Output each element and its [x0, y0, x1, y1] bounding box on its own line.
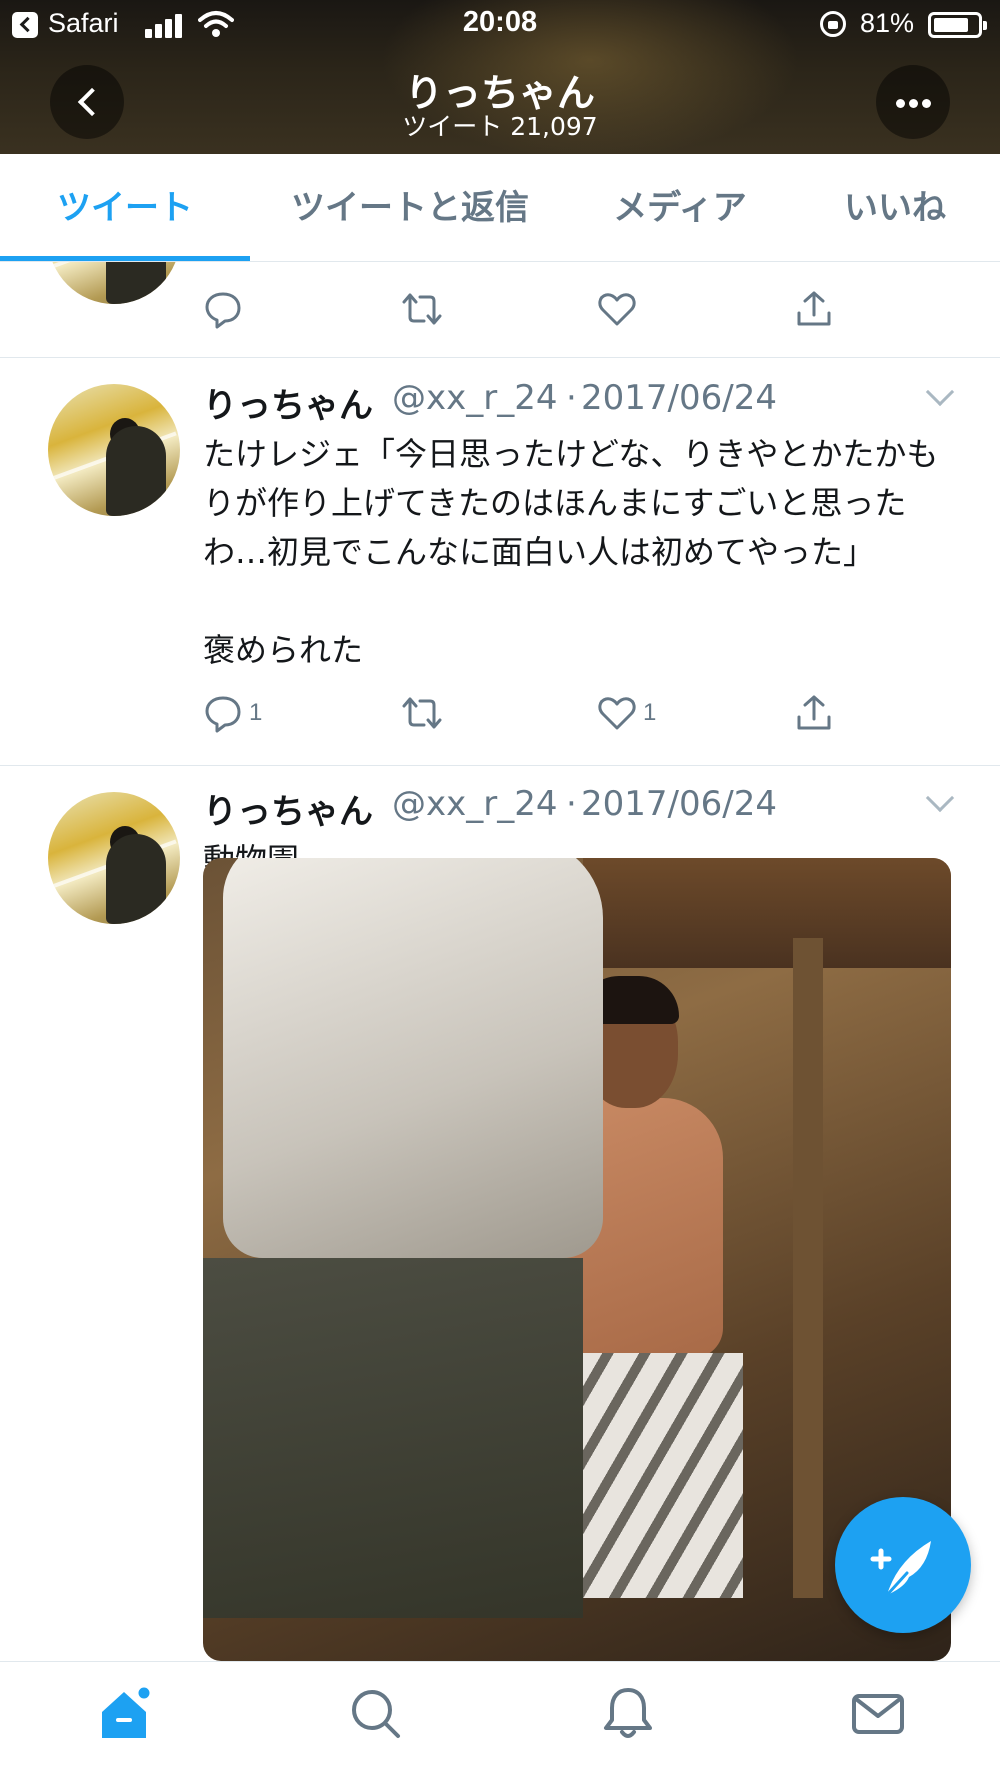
- reply-icon: [205, 292, 241, 329]
- like-button[interactable]: [597, 284, 637, 334]
- tab-search[interactable]: [346, 1684, 406, 1744]
- heart-icon: [598, 293, 636, 326]
- tweet-handle[interactable]: @xx_r_24: [392, 378, 557, 418]
- tweet-count: ツイート 21,097: [402, 112, 598, 141]
- active-tab-indicator: [0, 256, 250, 261]
- reply-button[interactable]: [203, 284, 243, 334]
- chevron-down-icon[interactable]: [925, 783, 955, 813]
- reply-icon: [205, 696, 241, 733]
- status-time: 20:08: [462, 6, 538, 38]
- tab-tweets[interactable]: ツイート: [0, 154, 250, 262]
- retweet-icon: [402, 697, 442, 729]
- tab-messages[interactable]: [848, 1684, 908, 1744]
- tab-media[interactable]: メディア: [590, 154, 770, 262]
- profile-tabs: ツイート ツイートと返信 メディア いいね: [0, 154, 1000, 262]
- more-options-button[interactable]: [876, 65, 950, 139]
- retweet-button[interactable]: [400, 284, 444, 334]
- profile-header: Safari 20:08 81% りっちゃん ツイート 21,097: [0, 0, 1000, 154]
- rotation-lock-icon: [820, 11, 846, 37]
- tweet-date[interactable]: 2017/06/24: [581, 784, 777, 824]
- tab-tweets-and-replies[interactable]: ツイートと返信: [270, 154, 550, 262]
- mail-icon: [852, 1694, 904, 1734]
- tweet-separator: ·: [566, 784, 577, 824]
- home-icon: [102, 1684, 153, 1738]
- bottom-tab-bar: [0, 1661, 1000, 1777]
- share-button[interactable]: [794, 688, 834, 738]
- avatar[interactable]: [48, 792, 180, 924]
- reply-button[interactable]: 1: [203, 688, 262, 738]
- avatar[interactable]: [48, 384, 180, 516]
- timeline[interactable]: りっちゃん @xx_r_24 · 2017/06/24 たけレジェ「今日思ったけ…: [0, 262, 1000, 1661]
- status-bar: Safari 20:08 81%: [0, 0, 1000, 50]
- retweet-button[interactable]: [400, 688, 444, 738]
- tab-home[interactable]: [96, 1684, 156, 1744]
- tweet-author-name[interactable]: りっちゃん: [203, 784, 373, 833]
- tweet-separator: ·: [566, 378, 577, 418]
- tweet-handle[interactable]: @xx_r_24: [392, 784, 557, 824]
- battery-icon: [928, 12, 987, 38]
- like-count: 1: [643, 699, 657, 726]
- chevron-down-icon[interactable]: [925, 377, 955, 407]
- battery-percent: 81%: [860, 8, 915, 38]
- battery-level: [934, 18, 968, 32]
- retweet-icon: [402, 293, 442, 325]
- search-icon: [352, 1690, 400, 1738]
- tweet-author-name[interactable]: りっちゃん: [203, 378, 373, 427]
- bell-icon: [604, 1688, 652, 1738]
- tweet-1[interactable]: りっちゃん @xx_r_24 · 2017/06/24 たけレジェ「今日思ったけ…: [0, 358, 1000, 766]
- compose-tweet-button[interactable]: [835, 1497, 971, 1633]
- share-button[interactable]: [794, 284, 834, 334]
- compose-tweet-icon: [870, 1541, 931, 1597]
- tweet-text: たけレジェ「今日思ったけどな、りきやとかたかもりが作り上げてきたのはほんまにすご…: [203, 435, 939, 669]
- reply-count: 1: [249, 699, 263, 726]
- tweet-date[interactable]: 2017/06/24: [581, 378, 777, 418]
- tab-notifications[interactable]: [598, 1684, 658, 1744]
- share-icon: [797, 695, 831, 730]
- tweet-actions: [0, 284, 1000, 334]
- like-button[interactable]: 1: [597, 688, 656, 738]
- tweet-actions: 1 1: [0, 688, 1000, 738]
- tab-likes[interactable]: いいね: [810, 154, 980, 262]
- tweet-partial[interactable]: [0, 262, 1000, 358]
- heart-icon: [598, 697, 636, 730]
- share-icon: [797, 291, 831, 326]
